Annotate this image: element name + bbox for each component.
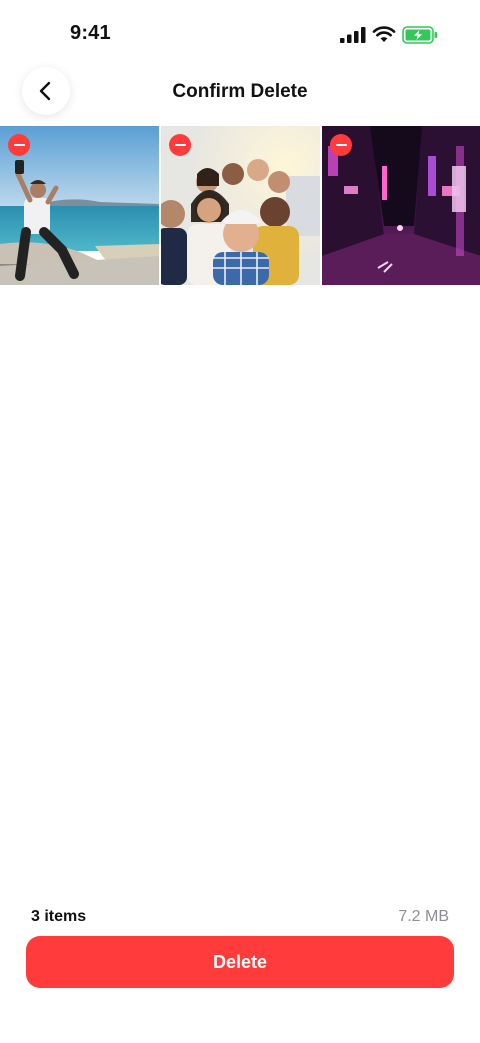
photo-thumbnail-2[interactable]: [161, 126, 320, 285]
status-time: 9:41: [70, 22, 111, 44]
remove-photo-2-button[interactable]: [169, 134, 191, 156]
minus-circle-icon: [335, 143, 347, 147]
status-bar: 9:41: [0, 0, 480, 70]
remove-photo-3-button[interactable]: [330, 134, 352, 156]
delete-button[interactable]: Delete: [26, 936, 454, 988]
wifi-icon: [372, 26, 396, 42]
photo-thumbnail-3[interactable]: [322, 126, 480, 285]
items-count: 3 items: [31, 908, 87, 925]
minus-circle-icon: [174, 143, 186, 147]
remove-photo-1-button[interactable]: [8, 134, 30, 156]
minus-circle-icon: [13, 143, 25, 147]
photo-thumbnail-1[interactable]: [0, 126, 159, 285]
page-title: Confirm Delete: [172, 81, 308, 102]
battery-icon: [402, 26, 437, 44]
total-size: 7.2 MB: [398, 908, 449, 925]
signal-icon: [340, 27, 366, 43]
